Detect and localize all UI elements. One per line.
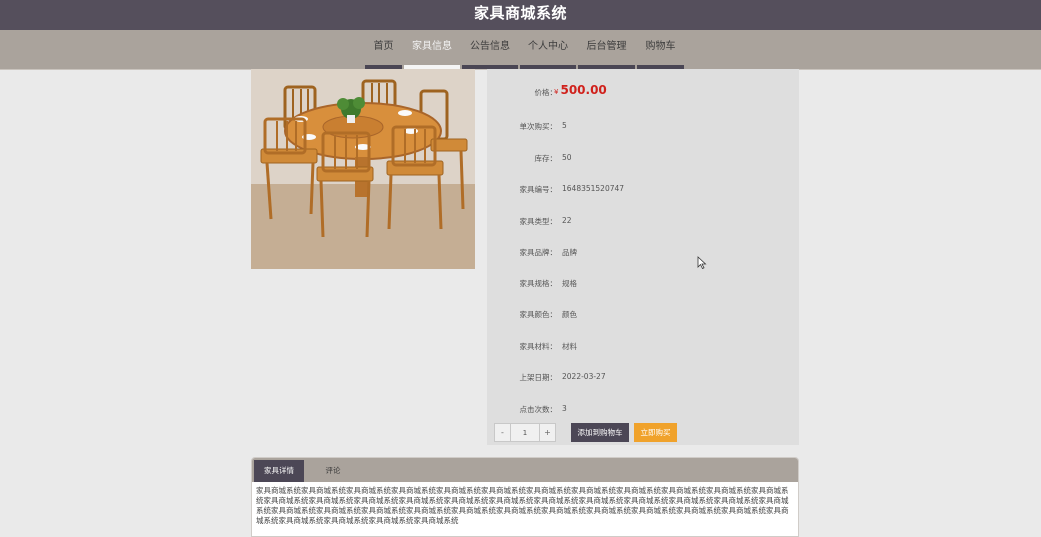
info-row-material: 家具材料： 材料 <box>487 336 799 356</box>
nav-item-announcements[interactable]: 公告信息 <box>462 30 518 69</box>
info-row-type: 家具类型： 22 <box>487 211 799 231</box>
price-amount: 500.00 <box>560 83 607 97</box>
nav-item-cart[interactable]: 购物车 <box>637 30 684 69</box>
info-label: 家具编号： <box>519 185 558 194</box>
info-value: 2022-03-27 <box>562 372 606 381</box>
add-to-cart-button[interactable]: 添加到购物车 <box>571 423 629 442</box>
tab-details[interactable]: 家具详情 <box>254 460 304 482</box>
info-label: 家具类型： <box>519 217 558 226</box>
info-label: 家具规格： <box>519 279 558 288</box>
dining-set-icon <box>251 69 475 269</box>
nav-item-label: 个人中心 <box>528 41 568 52</box>
nav-item-furniture[interactable]: 家具信息 <box>404 30 460 69</box>
info-value: 颜色 <box>562 310 577 319</box>
site-title: 家具商城系统 <box>473 4 567 22</box>
product-tabs: 家具详情 评论 家具商城系统家具商城系统家具商城系统家具商城系统家具商城系统家具… <box>251 457 799 537</box>
currency-symbol: ¥ <box>554 88 559 96</box>
info-row-product-number: 家具编号： 1648351520747 <box>487 179 799 199</box>
nav-item-admin[interactable]: 后台管理 <box>578 30 635 69</box>
price-value: ¥500.00 <box>554 83 607 97</box>
nav-item-label: 家具信息 <box>412 41 452 52</box>
info-row-brand: 家具品牌： 品牌 <box>487 242 799 262</box>
info-row-single-purchase: 单次购买： 5 <box>487 116 799 136</box>
product-image <box>251 69 475 269</box>
quantity-stepper: - + <box>494 423 556 442</box>
nav-item-profile[interactable]: 个人中心 <box>520 30 576 69</box>
quantity-decrease-button[interactable]: - <box>495 424 511 441</box>
price-row: 价格： ¥500.00 <box>487 83 799 103</box>
info-row-stock: 库存： 50 <box>487 148 799 168</box>
nav-item-label: 后台管理 <box>586 41 627 52</box>
info-row-listing-date: 上架日期： 2022-03-27 <box>487 367 799 387</box>
mouse-cursor-icon <box>697 256 707 269</box>
info-label: 库存： <box>534 154 558 163</box>
info-label: 上架日期： <box>519 373 558 382</box>
info-value: 3 <box>562 404 567 413</box>
info-label: 家具颜色： <box>519 310 558 319</box>
info-value: 品牌 <box>562 248 577 257</box>
product-info-panel: 价格： ¥500.00 单次购买： 5 库存： 50 家具编号： 1648351… <box>487 69 799 445</box>
tabs-header: 家具详情 评论 <box>252 458 798 482</box>
info-label: 家具品牌： <box>519 248 558 257</box>
info-value: 5 <box>562 121 567 130</box>
info-value: 规格 <box>562 279 577 288</box>
nav-item-home[interactable]: 首页 <box>365 30 402 69</box>
info-row-color: 家具颜色： 颜色 <box>487 304 799 324</box>
quantity-increase-button[interactable]: + <box>539 424 555 441</box>
tab-reviews[interactable]: 评论 <box>308 460 358 482</box>
info-label: 家具材料： <box>519 342 558 351</box>
info-label: 点击次数： <box>519 405 558 414</box>
info-row-click-count: 点击次数： 3 <box>487 399 799 419</box>
info-value: 22 <box>562 216 572 225</box>
buy-now-button[interactable]: 立即购买 <box>634 423 677 442</box>
info-label: 单次购买： <box>519 122 558 131</box>
info-value: 50 <box>562 153 572 162</box>
quantity-input[interactable] <box>511 424 539 441</box>
info-row-spec: 家具规格： 规格 <box>487 273 799 293</box>
app-header: 家具商城系统 <box>0 0 1041 30</box>
info-value: 1648351520747 <box>562 184 625 193</box>
info-value: 材料 <box>562 342 577 351</box>
main-nav: 首页 家具信息 公告信息 个人中心 后台管理 购物车 <box>0 30 1041 70</box>
nav-item-label: 公告信息 <box>470 41 510 52</box>
nav-item-label: 首页 <box>373 41 394 52</box>
details-content: 家具商城系统家具商城系统家具商城系统家具商城系统家具商城系统家具商城系统家具商城… <box>256 486 789 525</box>
nav-item-label: 购物车 <box>645 41 676 52</box>
